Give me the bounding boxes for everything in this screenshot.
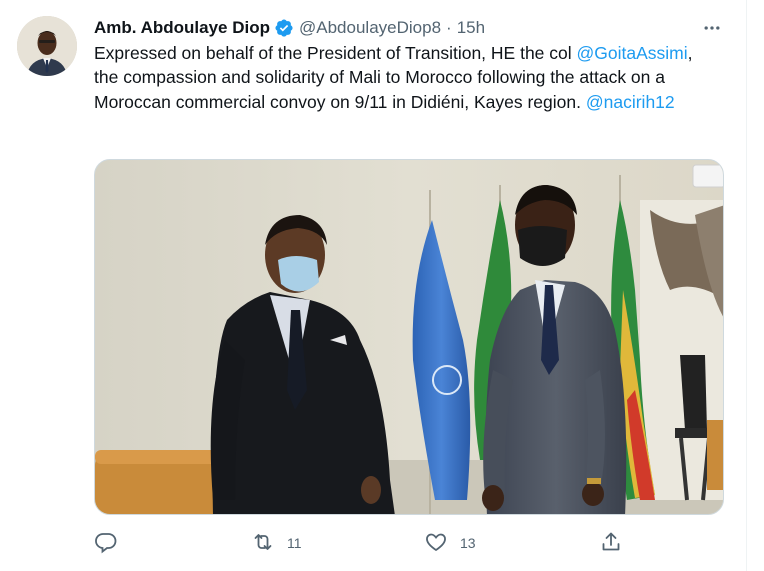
tweet-header: Amb. Abdoulaye Diop @AbdoulayeDiop8 · 15… — [94, 16, 485, 40]
tweet-text: Expressed on behalf of the President of … — [94, 41, 714, 114]
retweet-count: 11 — [287, 535, 302, 551]
like-button[interactable]: 13 — [424, 528, 476, 558]
author-name[interactable]: Amb. Abdoulaye Diop — [94, 18, 270, 38]
timestamp[interactable]: 15h — [457, 18, 485, 38]
author-handle[interactable]: @AbdoulayeDiop8 — [299, 18, 441, 38]
share-button[interactable] — [599, 528, 635, 558]
heart-icon — [424, 530, 448, 557]
more-options-icon[interactable] — [700, 16, 724, 40]
like-count: 13 — [460, 535, 476, 551]
tweet-text-part: Expressed on behalf of the President of … — [94, 43, 577, 63]
mention-link[interactable]: @GoitaAssimi — [577, 43, 688, 63]
retweet-icon — [251, 530, 275, 557]
reply-button[interactable] — [94, 528, 130, 558]
retweet-button[interactable]: 11 — [251, 528, 302, 558]
separator-dot: · — [446, 18, 452, 37]
column-divider — [746, 0, 747, 571]
tweet-photo[interactable] — [94, 159, 724, 515]
tweet-actions: 11 13 — [94, 528, 634, 558]
share-icon — [599, 530, 623, 557]
reply-icon — [94, 530, 118, 557]
avatar[interactable] — [17, 16, 77, 76]
mention-link[interactable]: @nacirih12 — [586, 92, 675, 112]
verified-badge-icon — [274, 18, 294, 38]
tweet[interactable]: Amb. Abdoulaye Diop @AbdoulayeDiop8 · 15… — [0, 0, 748, 571]
